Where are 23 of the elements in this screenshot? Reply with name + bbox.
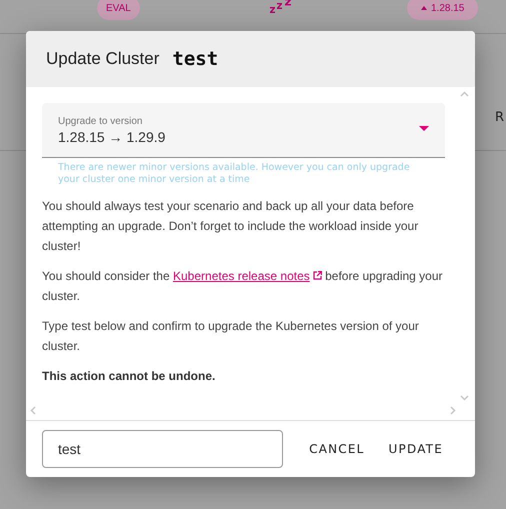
release-notes-link[interactable]: Kubernetes release notes — [173, 269, 322, 283]
paragraph: You should always test your scenario and back up all your data before attempting an upgrade. Don’t forget to include the workload inside your cluster! — [42, 198, 420, 255]
paragraph: Type test below and confirm to upgrade the Kubernetes version of your cluster. — [42, 318, 420, 355]
dropdown-caret-icon — [419, 126, 429, 130]
scroll-down-icon — [460, 395, 469, 401]
version-select[interactable]: Upgrade to version 1.28.15 → 1.29.9 — [42, 103, 445, 158]
dialog-title: Update Cluster — [46, 49, 160, 69]
hint-text: There are newer minor versions available. However you can only upgrade your cluster one minor version at a time — [57, 161, 411, 186]
scroll-left-icon — [30, 406, 36, 415]
sleep-icon — [270, 0, 292, 13]
version-badge: 1.28.15 — [407, 0, 478, 20]
confirm-input[interactable]: test — [42, 430, 284, 468]
update-button[interactable]: CANCEL — [301, 434, 373, 464]
eval-badge: EVAL — [97, 0, 140, 20]
column-header: R — [494, 110, 504, 124]
scroll-up-icon — [460, 91, 469, 97]
paragraph: You should consider the Kubernetes release notes before upgrading your cluster. — [42, 268, 444, 305]
update-button[interactable]: UPDATE — [380, 434, 451, 464]
warning-text: This action cannot be undone. — [42, 368, 216, 385]
external-link-icon — [312, 271, 322, 280]
arrow-up-icon — [421, 6, 427, 10]
scroll-right-icon — [450, 406, 456, 415]
cluster-name: test — [172, 48, 218, 70]
